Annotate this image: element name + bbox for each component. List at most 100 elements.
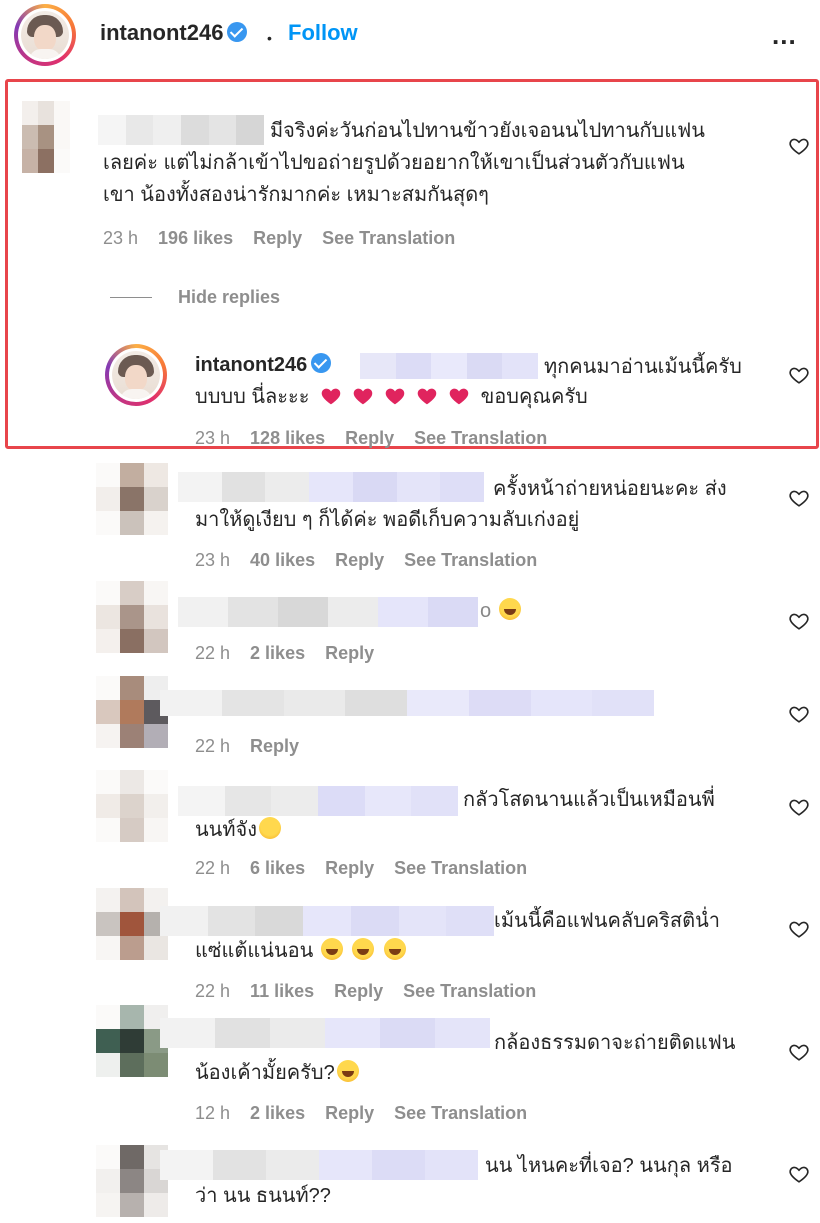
verified-badge-icon (227, 22, 248, 42)
like-heart-icon[interactable] (788, 703, 810, 725)
red-heart-emoji-icon (449, 388, 469, 405)
comment-meta: 23 h 196 likes Reply See Translation (103, 228, 475, 249)
like-heart-icon[interactable] (788, 918, 810, 940)
like-count[interactable]: 2 likes (250, 643, 305, 663)
comment-meta: 22 h 6 likes Reply See Translation (195, 858, 547, 879)
reply-username[interactable]: intanont246 (195, 353, 332, 377)
comment-meta: 22 h 2 likes Reply (195, 643, 394, 664)
hide-replies-button[interactable]: Hide replies (178, 287, 280, 308)
reply-text: บบบบ นี่ละะะ ขอบคุณครับ (195, 386, 588, 408)
blurred-username[interactable] (178, 472, 485, 502)
avatar-photo (112, 351, 160, 399)
like-heart-icon[interactable] (788, 1041, 810, 1063)
see-translation-button[interactable]: See Translation (414, 428, 547, 448)
like-count[interactable]: 11 likes (250, 981, 314, 1001)
like-heart-icon[interactable] (788, 364, 810, 386)
blurred-username[interactable] (178, 786, 459, 816)
see-translation-button[interactable]: See Translation (322, 228, 455, 248)
avatar-photo (21, 11, 69, 59)
laughing-emoji-icon (498, 598, 521, 620)
reply-button[interactable]: Reply (325, 858, 374, 878)
reply-button[interactable]: Reply (334, 981, 383, 1001)
comment-time: 22 h (195, 643, 231, 663)
avatar[interactable] (96, 1005, 168, 1077)
see-translation-button[interactable]: See Translation (394, 858, 527, 878)
comment-meta: 12 h 2 likes Reply See Translation (195, 1103, 547, 1124)
like-count[interactable]: 6 likes (250, 858, 305, 878)
avatar[interactable] (96, 888, 168, 960)
avatar[interactable] (96, 463, 168, 535)
comment-text: กล้องธรรมดาจะถ่ายติดแฟน (494, 1032, 736, 1054)
like-heart-icon[interactable] (788, 487, 810, 509)
red-heart-emoji-icon (417, 388, 437, 405)
like-heart-icon[interactable] (788, 1163, 810, 1185)
blurred-username[interactable] (98, 115, 265, 145)
red-heart-emoji-icon (385, 388, 405, 405)
avatar[interactable] (22, 101, 70, 173)
see-translation-button[interactable]: See Translation (394, 1103, 527, 1123)
comment-meta: 22 h 11 likes Reply See Translation (195, 981, 556, 1002)
comment-time: 22 h (195, 858, 231, 878)
post-author-avatar[interactable] (14, 4, 76, 66)
comment-meta: 23 h 128 likes Reply See Translation (195, 428, 567, 449)
follow-button[interactable]: Follow (288, 20, 358, 46)
comment-meta: 23 h 40 likes Reply See Translation (195, 550, 557, 571)
see-translation-button[interactable]: See Translation (404, 550, 537, 570)
red-heart-emoji-icon (353, 388, 373, 405)
reply-author-avatar[interactable] (105, 344, 167, 406)
reply-button[interactable]: Reply (325, 1103, 374, 1123)
comment-text: เม้นนี้คือแฟนคลับคริสตินํ่า (494, 910, 721, 932)
laughing-emoji-icon (352, 938, 375, 960)
comment-text: o (480, 596, 523, 627)
reply-button[interactable]: Reply (250, 736, 299, 756)
separator-dot: • (267, 30, 272, 46)
comment-time: 22 h (195, 736, 231, 756)
comment-text: มีจริงค่ะวันก่อนไปทานข้าวยังเจอนนไปทานกั… (270, 120, 705, 142)
comment-time: 12 h (195, 1103, 231, 1123)
comment-time: 23 h (195, 550, 231, 570)
laughing-emoji-icon (320, 938, 343, 960)
comment-text: ว่า นน ธนนท์?? (195, 1185, 331, 1207)
reply-text: ทุกคนมาอ่านเม้นนี้ครับ (544, 356, 742, 378)
comment-text: มาให้ดูเงียบ ๆ ก็ได้ค่ะ พอดีเก็บความลับเ… (195, 509, 580, 531)
comment-text: เขา น้องทั้งสองน่ารักมากค่ะ เหมาะสมกันสุ… (103, 184, 489, 206)
comment-time: 23 h (103, 228, 139, 248)
comment-text: ครั้งหน้าถ่ายหน่อยนะคะ ส่ง (493, 478, 727, 500)
blurred-username[interactable] (160, 906, 495, 936)
blurred-username[interactable] (160, 1018, 490, 1048)
comment-text: กลัวโสดนานแล้วเป็นเหมือนพี่ (463, 789, 715, 811)
like-count[interactable]: 128 likes (250, 428, 325, 448)
see-translation-button[interactable]: See Translation (403, 981, 536, 1001)
avatar[interactable] (96, 581, 168, 653)
blurred-username[interactable] (160, 1150, 478, 1180)
more-options-icon[interactable]: ... (772, 22, 797, 48)
hide-replies-line (110, 297, 152, 298)
blurred-mention[interactable] (360, 353, 538, 379)
crying-emoji-icon (259, 817, 282, 839)
avatar[interactable] (96, 1145, 168, 1217)
avatar[interactable] (96, 676, 168, 748)
rolling-laughing-emoji-icon (336, 1060, 359, 1082)
reply-button[interactable]: Reply (345, 428, 394, 448)
comment-text: เลยค่ะ แต่ไม่กล้าเข้าไปขอถ่ายรูปด้วยอยาก… (103, 152, 685, 174)
like-count[interactable]: 2 likes (250, 1103, 305, 1123)
reply-button[interactable]: Reply (253, 228, 302, 248)
like-heart-icon[interactable] (788, 796, 810, 818)
comment-text: นนท์จัง (195, 815, 283, 846)
like-count[interactable]: 40 likes (250, 550, 315, 570)
red-heart-emoji-icon (321, 388, 341, 405)
like-heart-icon[interactable] (788, 610, 810, 632)
blurred-username[interactable] (160, 690, 654, 716)
laughing-emoji-icon (383, 938, 406, 960)
reply-button[interactable]: Reply (325, 643, 374, 663)
comment-text: นน ไหนคะที่เจอ? นนกุล หรือ (485, 1155, 733, 1177)
like-count[interactable]: 196 likes (158, 228, 233, 248)
like-heart-icon[interactable] (788, 135, 810, 157)
comment-time: 22 h (195, 981, 231, 1001)
reply-button[interactable]: Reply (335, 550, 384, 570)
post-author-username[interactable]: intanont246 (100, 20, 248, 46)
blurred-username[interactable] (178, 597, 478, 627)
avatar[interactable] (96, 770, 168, 842)
comment-time: 23 h (195, 428, 231, 448)
comment-text: แซ่แต้แน่นอน (195, 936, 408, 967)
